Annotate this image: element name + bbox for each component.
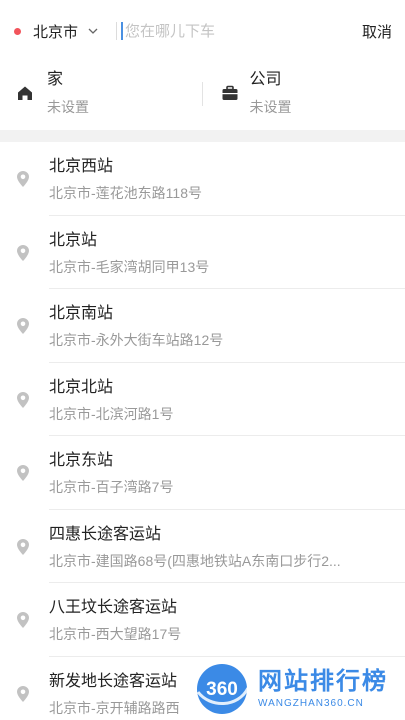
place-name: 北京东站 [49,452,114,469]
place-name: 北京西站 [49,158,114,175]
section-gap [0,130,405,142]
location-dot-icon [14,27,21,35]
chevron-down-icon [86,24,100,38]
location-pin-icon [16,611,30,629]
list-item[interactable]: 北京西站 北京市-莲花池东路118号 [0,142,405,216]
watermark: 360 网站排行榜 WANGZHAN360.CN [192,657,405,720]
top-bar: 北京市 取消 [0,0,405,62]
list-item[interactable]: 北京南站 北京市-永外大街车站路12号 [0,289,405,363]
place-name: 八王坟长途客运站 [49,599,178,616]
location-pin-icon [16,170,30,188]
location-pin-icon [16,685,30,703]
home-title: 家 [47,71,64,88]
briefcase-icon [221,84,239,102]
list-item[interactable]: 四惠长途客运站 北京市-建国路68号(四惠地铁站A东南口步行2... [0,510,405,583]
location-pin-icon [16,317,30,335]
place-name: 四惠长途客运站 [49,525,162,543]
watermark-logo-icon: 360 [192,660,252,718]
city-name: 北京市 [33,23,79,41]
place-address: 北京市-百子湾路7号 [49,479,174,495]
list-item[interactable]: 北京北站 北京市-北滨河路1号 [0,363,405,436]
location-pin-icon [16,244,30,262]
home-shortcut[interactable]: 家 未设置 [0,62,203,130]
company-title: 公司 [249,71,282,88]
home-subtitle: 未设置 [47,99,89,115]
list-item[interactable]: 八王坟长途客运站 北京市-西大望路17号 [0,583,405,657]
watermark-url: WANGZHAN360.CN [258,697,364,709]
place-address: 北京市-京开辅路路西 [49,699,180,716]
company-shortcut[interactable]: 公司 未设置 [203,62,405,130]
place-address: 北京市-永外大街车站路12号 [49,332,224,348]
list-item[interactable]: 北京东站 北京市-百子湾路7号 [0,436,405,510]
place-address: 北京市-北滨河路1号 [49,405,174,422]
place-address: 北京市-建国路68号(四惠地铁站A东南口步行2... [49,552,341,569]
company-subtitle: 未设置 [249,99,292,115]
list-item[interactable]: 北京站 北京市-毛家湾胡同甲13号 [0,216,405,289]
place-address: 北京市-莲花池东路118号 [49,185,202,201]
location-pin-icon [16,538,30,556]
search-box[interactable] [117,0,362,62]
place-address: 北京市-西大望路17号 [49,626,182,642]
text-cursor [121,22,124,40]
place-name: 北京站 [49,231,98,249]
location-pin-icon [16,464,30,482]
city-selector[interactable]: 北京市 [0,0,100,62]
location-pin-icon [16,391,30,409]
watermark-title: 网站排行榜 [258,667,388,695]
home-icon [16,84,34,102]
place-name: 北京北站 [49,378,114,396]
place-list: 北京西站 北京市-莲花池东路118号 北京站 北京市-毛家湾胡同甲13号 北京南… [0,142,405,720]
place-name: 新发地长途客运站 [49,672,178,690]
shortcuts: 家 未设置 公司 未设置 [0,62,405,130]
watermark-logo-text: 360 [206,679,238,700]
cancel-button[interactable]: 取消 [362,21,405,42]
destination-search-input[interactable] [125,22,326,40]
place-address: 北京市-毛家湾胡同甲13号 [49,258,210,275]
place-name: 北京南站 [49,305,114,322]
